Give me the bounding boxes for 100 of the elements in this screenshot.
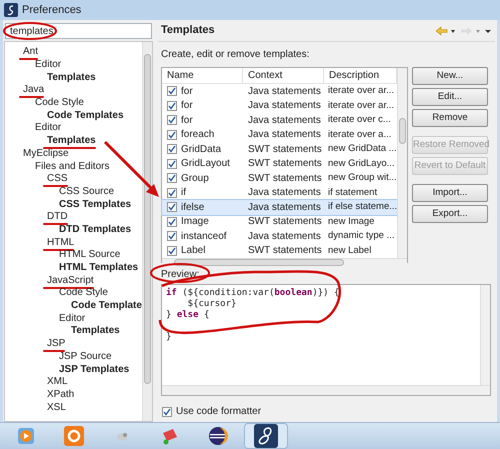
table-row[interactable]: if Java statements if statement (162, 186, 398, 200)
page-title: Templates (161, 23, 215, 38)
annotation-underline (43, 223, 68, 226)
table-cell-text: iterate over ar... (327, 98, 396, 113)
table-row[interactable]: ifelse Java statements if else stateme... (162, 200, 398, 214)
annotation-underline (19, 58, 38, 60)
tree-item[interactable]: Editor (59, 312, 86, 325)
table-cell-text: new Group wit... (327, 171, 398, 186)
action-button[interactable]: Edit... (412, 88, 488, 106)
table-cell-text: new Image (327, 214, 376, 229)
tree-item[interactable]: Code Template (71, 300, 142, 312)
code-line: ${cursor} (186, 299, 236, 310)
page-description: Create, edit or remove templates: (161, 48, 310, 62)
scrollbar[interactable] (142, 42, 152, 421)
annotation-circle (3, 22, 57, 40)
table-row[interactable]: Image SWT statements new Image (162, 214, 398, 229)
tree-item[interactable]: JSP Source (59, 350, 112, 363)
eclipse-icon[interactable] (208, 426, 228, 446)
tree-item[interactable]: CSS (47, 173, 68, 186)
navigation-arrows-icon[interactable] (436, 26, 492, 36)
table-row[interactable]: for Java statements iterate over ar... (162, 84, 398, 98)
tree-item[interactable]: Java (23, 84, 44, 96)
tree-item[interactable]: CSS Templates (59, 198, 132, 211)
action-button[interactable]: Export... (412, 205, 488, 223)
table-row[interactable]: instanceof Java statements dynamic type ... (162, 229, 398, 244)
checkbox[interactable] (167, 202, 177, 212)
checkbox[interactable] (167, 86, 177, 96)
checkbox[interactable] (167, 144, 177, 154)
tree-item[interactable]: HTML Templates (59, 262, 138, 274)
table-row[interactable]: foreach Java statements iterate over a... (162, 128, 398, 142)
horizontal-scrollbar[interactable] (162, 385, 490, 395)
search-field[interactable]: templates (5, 23, 152, 39)
checkbox[interactable] (167, 130, 177, 140)
vertical-scrollbar[interactable] (397, 68, 407, 258)
table-cell-text: Java statements (247, 114, 322, 128)
tree-item[interactable]: Code Style (59, 287, 108, 300)
table-row[interactable]: for Java statements iterate over c... (162, 113, 398, 128)
tree-item[interactable]: MyEclipse (23, 148, 69, 160)
table-cell-text: Java statements (247, 84, 322, 99)
tree-item[interactable]: Templates (71, 325, 120, 338)
table-cell-text: new GridData ... (327, 142, 398, 156)
checkbox[interactable] (167, 188, 177, 198)
tree-item[interactable]: Editor (35, 122, 62, 134)
tree-item[interactable]: Templates (47, 135, 96, 148)
tree-item[interactable]: XSL (47, 402, 66, 414)
tree-item[interactable]: XPath (47, 388, 74, 401)
annotation-underline (19, 96, 44, 98)
table-cell-text: if else stateme... (327, 200, 398, 214)
table-cell-text: SWT statements (247, 215, 323, 230)
table-cell-text: for (181, 84, 193, 99)
code-line: } (166, 332, 172, 343)
table-cell-text: instanceof (181, 230, 227, 244)
tree-item[interactable]: DTD Templates (59, 224, 132, 236)
action-button[interactable]: Remove (412, 109, 488, 127)
table-cell-text: Java statements (247, 200, 322, 215)
annotation-circle (150, 263, 210, 283)
checkbox[interactable] (167, 231, 177, 242)
tree-item[interactable]: Editor (35, 59, 62, 72)
tree-item[interactable]: Code Style (35, 97, 84, 110)
window-title: Preferences (22, 2, 82, 18)
checkbox[interactable] (167, 158, 177, 169)
checkbox[interactable] (167, 100, 177, 111)
tree-item[interactable]: XML (47, 376, 68, 388)
tree-item[interactable]: DTD (47, 211, 68, 224)
table-cell-text: if statement (327, 186, 378, 200)
table-row[interactable]: for Java statements iterate over ar... (162, 98, 398, 113)
checkbox[interactable] (167, 173, 177, 184)
play-icon[interactable] (17, 427, 35, 445)
tree-item[interactable]: Code Templates (47, 110, 124, 122)
checkbox[interactable] (167, 216, 177, 227)
table-cell-text: if (181, 186, 186, 200)
table-row[interactable]: GridLayout SWT statements new GridLayo... (162, 156, 398, 171)
annotation-underline (43, 147, 96, 150)
action-button[interactable]: New... (412, 67, 488, 85)
script-icon[interactable] (254, 424, 278, 448)
tree-item[interactable]: CSS Source (59, 186, 114, 198)
horizontal-scrollbar[interactable] (162, 258, 407, 266)
table-cell-text: Java statements (247, 230, 322, 244)
tree-item[interactable]: JSP Templates (59, 364, 130, 376)
tree-item[interactable]: HTML Source (59, 249, 120, 262)
table-row[interactable]: GridData SWT statements new GridData ... (162, 142, 398, 156)
tree-item[interactable]: Templates (47, 72, 96, 84)
table-cell-text: Java statements (247, 186, 322, 200)
table-row[interactable]: Label SWT statements new Label (162, 244, 398, 258)
action-button[interactable]: Import... (412, 184, 488, 202)
tree-item[interactable]: JSP (47, 338, 66, 350)
code-line: if (${condition:var(boolean)}) { (166, 288, 340, 299)
tree-item[interactable]: Files and Editors (35, 160, 110, 173)
checkbox[interactable] (167, 246, 177, 256)
checkbox[interactable] (167, 115, 177, 126)
table-cell-text: dynamic type ... (327, 229, 396, 244)
column-header[interactable]: Context (243, 68, 324, 83)
tree-item[interactable]: Ant (23, 46, 38, 58)
vertical-scrollbar[interactable] (480, 285, 490, 385)
tree-item[interactable]: HTML (47, 236, 74, 249)
checkbox[interactable] (162, 406, 172, 416)
table-cell-text: new Label (327, 244, 372, 258)
tree-item[interactable]: JavaScript (47, 274, 94, 287)
table-row[interactable]: Group SWT statements new Group wit... (162, 171, 398, 186)
column-header[interactable]: Name (162, 68, 243, 83)
